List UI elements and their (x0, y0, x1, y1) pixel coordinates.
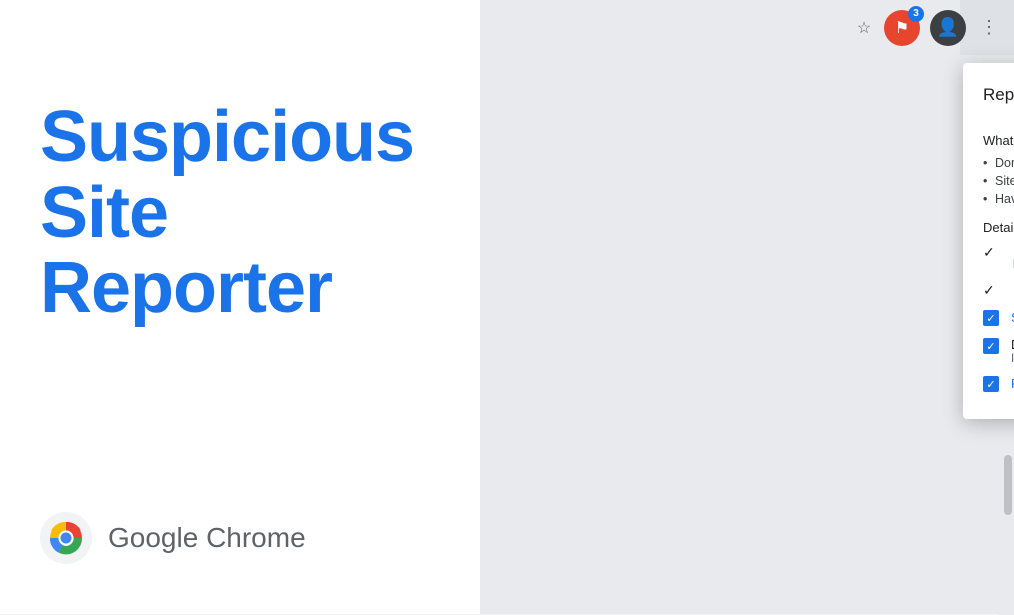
ip-detail-item: ✓ IP Address (983, 281, 1014, 299)
star-icon[interactable]: ☆ (854, 18, 874, 38)
title-line-1: Suspicious (40, 97, 414, 177)
badge-count: 3 (908, 6, 924, 22)
chrome-label: Google Chrome (108, 522, 306, 554)
title-line-2: Site (40, 173, 168, 253)
left-panel: Suspicious Site Reporter Google Chrome (0, 0, 480, 614)
referrer-checkbox[interactable] (983, 376, 999, 392)
avatar-button[interactable]: 👤 (930, 10, 966, 46)
dom-detail-item: DOM Content Includes all HTML of the sit… (983, 337, 1014, 365)
avatar-icon: 👤 (937, 17, 959, 38)
popup-body: What's suspicious about this site Domain… (963, 119, 1014, 419)
screenshot-checkbox[interactable] (983, 310, 999, 326)
title-line-3: Reporter (40, 248, 332, 328)
chrome-branding: Google Chrome (40, 512, 440, 564)
menu-button[interactable]: ⋮ (976, 13, 1002, 42)
popup-header: Report site to Google ✕ (963, 63, 1014, 119)
screenshot-detail-item: Screenshot (983, 309, 1014, 327)
list-item: Haven't visited site in the last 3 month… (983, 190, 1014, 208)
chrome-logo-icon (40, 512, 92, 564)
check-icon: ✓ (983, 282, 1001, 299)
suspicious-section-label: What's suspicious about this site (983, 133, 1014, 148)
check-icon: ✓ (983, 244, 1001, 261)
details-section-label: Details included with your report: (983, 220, 1014, 235)
popup-title: Report site to Google (983, 85, 1014, 105)
browser-bar: ☆ ⚑ 3 👤 ⋮ (960, 0, 1014, 55)
referrer-detail-item: Referrer Chain ot the orer not | chap h.… (983, 375, 1014, 393)
url-detail-item: ✓ URL http://suspicious.net/enteryourcre… (983, 243, 1014, 271)
scrollbar-thumb[interactable] (1004, 455, 1012, 515)
list-item: Domain uses uncommon characters (983, 154, 1014, 172)
report-popup: Report site to Google ✕ What's suspiciou… (963, 63, 1014, 419)
main-title: Suspicious Site Reporter (40, 100, 440, 327)
flag-extension-button[interactable]: ⚑ 3 (884, 10, 920, 46)
suspicious-reasons-list: Domain uses uncommon characters Site not… (983, 154, 1014, 208)
dom-checkbox[interactable] (983, 338, 999, 354)
list-item: Site not in top 5k sites (983, 172, 1014, 190)
flag-icon: ⚑ (895, 18, 909, 38)
right-panel: ☆ ⚑ 3 👤 ⋮ Report site to Google ✕ What's… (480, 0, 1014, 614)
